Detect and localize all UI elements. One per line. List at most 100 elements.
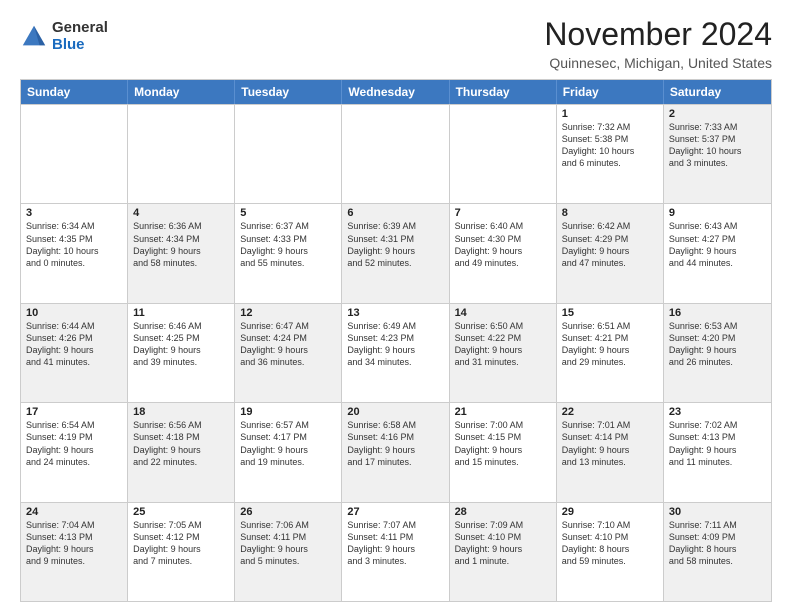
day-content: Sunrise: 7:11 AM Sunset: 4:09 PM Dayligh… <box>669 519 766 568</box>
day-content: Sunrise: 6:39 AM Sunset: 4:31 PM Dayligh… <box>347 220 443 269</box>
page: General Blue November 2024 Quinnesec, Mi… <box>0 0 792 612</box>
calendar-cell: 7Sunrise: 6:40 AM Sunset: 4:30 PM Daylig… <box>450 204 557 302</box>
day-number: 3 <box>26 207 122 219</box>
day-number: 11 <box>133 307 229 319</box>
calendar-cell: 8Sunrise: 6:42 AM Sunset: 4:29 PM Daylig… <box>557 204 664 302</box>
day-number: 24 <box>26 506 122 518</box>
header-day-sunday: Sunday <box>21 80 128 104</box>
day-content: Sunrise: 6:54 AM Sunset: 4:19 PM Dayligh… <box>26 419 122 468</box>
month-title: November 2024 <box>544 16 772 53</box>
logo: General Blue <box>20 20 108 53</box>
calendar-header: SundayMondayTuesdayWednesdayThursdayFrid… <box>21 80 771 104</box>
calendar-cell: 18Sunrise: 6:56 AM Sunset: 4:18 PM Dayli… <box>128 403 235 501</box>
day-number: 26 <box>240 506 336 518</box>
calendar-cell: 13Sunrise: 6:49 AM Sunset: 4:23 PM Dayli… <box>342 304 449 402</box>
day-content: Sunrise: 6:47 AM Sunset: 4:24 PM Dayligh… <box>240 320 336 369</box>
calendar-cell: 12Sunrise: 6:47 AM Sunset: 4:24 PM Dayli… <box>235 304 342 402</box>
calendar-cell: 2Sunrise: 7:33 AM Sunset: 5:37 PM Daylig… <box>664 105 771 203</box>
calendar-cell: 4Sunrise: 6:36 AM Sunset: 4:34 PM Daylig… <box>128 204 235 302</box>
calendar-cell <box>450 105 557 203</box>
day-content: Sunrise: 7:06 AM Sunset: 4:11 PM Dayligh… <box>240 519 336 568</box>
day-content: Sunrise: 6:34 AM Sunset: 4:35 PM Dayligh… <box>26 220 122 269</box>
day-number: 20 <box>347 406 443 418</box>
calendar-cell: 26Sunrise: 7:06 AM Sunset: 4:11 PM Dayli… <box>235 503 342 601</box>
calendar-cell: 25Sunrise: 7:05 AM Sunset: 4:12 PM Dayli… <box>128 503 235 601</box>
day-content: Sunrise: 7:32 AM Sunset: 5:38 PM Dayligh… <box>562 121 658 170</box>
calendar-cell: 11Sunrise: 6:46 AM Sunset: 4:25 PM Dayli… <box>128 304 235 402</box>
day-number: 30 <box>669 506 766 518</box>
day-number: 5 <box>240 207 336 219</box>
day-number: 27 <box>347 506 443 518</box>
calendar-cell: 1Sunrise: 7:32 AM Sunset: 5:38 PM Daylig… <box>557 105 664 203</box>
header-day-tuesday: Tuesday <box>235 80 342 104</box>
title-block: November 2024 Quinnesec, Michigan, Unite… <box>544 16 772 71</box>
day-number: 25 <box>133 506 229 518</box>
calendar-cell <box>128 105 235 203</box>
header-day-wednesday: Wednesday <box>342 80 449 104</box>
day-content: Sunrise: 6:36 AM Sunset: 4:34 PM Dayligh… <box>133 220 229 269</box>
calendar-cell: 6Sunrise: 6:39 AM Sunset: 4:31 PM Daylig… <box>342 204 449 302</box>
calendar-row-2: 3Sunrise: 6:34 AM Sunset: 4:35 PM Daylig… <box>21 203 771 302</box>
header-day-friday: Friday <box>557 80 664 104</box>
day-content: Sunrise: 6:50 AM Sunset: 4:22 PM Dayligh… <box>455 320 551 369</box>
calendar-cell: 21Sunrise: 7:00 AM Sunset: 4:15 PM Dayli… <box>450 403 557 501</box>
day-number: 2 <box>669 108 766 120</box>
calendar-cell: 27Sunrise: 7:07 AM Sunset: 4:11 PM Dayli… <box>342 503 449 601</box>
calendar-cell: 24Sunrise: 7:04 AM Sunset: 4:13 PM Dayli… <box>21 503 128 601</box>
day-content: Sunrise: 6:44 AM Sunset: 4:26 PM Dayligh… <box>26 320 122 369</box>
day-content: Sunrise: 6:58 AM Sunset: 4:16 PM Dayligh… <box>347 419 443 468</box>
logo-blue: Blue <box>52 37 108 54</box>
day-content: Sunrise: 7:01 AM Sunset: 4:14 PM Dayligh… <box>562 419 658 468</box>
day-number: 6 <box>347 207 443 219</box>
calendar-cell <box>342 105 449 203</box>
day-number: 14 <box>455 307 551 319</box>
day-content: Sunrise: 6:40 AM Sunset: 4:30 PM Dayligh… <box>455 220 551 269</box>
day-number: 13 <box>347 307 443 319</box>
day-number: 28 <box>455 506 551 518</box>
day-content: Sunrise: 7:00 AM Sunset: 4:15 PM Dayligh… <box>455 419 551 468</box>
day-number: 8 <box>562 207 658 219</box>
day-content: Sunrise: 7:09 AM Sunset: 4:10 PM Dayligh… <box>455 519 551 568</box>
day-number: 19 <box>240 406 336 418</box>
calendar-cell: 16Sunrise: 6:53 AM Sunset: 4:20 PM Dayli… <box>664 304 771 402</box>
day-number: 22 <box>562 406 658 418</box>
day-number: 12 <box>240 307 336 319</box>
calendar-cell: 14Sunrise: 6:50 AM Sunset: 4:22 PM Dayli… <box>450 304 557 402</box>
day-content: Sunrise: 6:57 AM Sunset: 4:17 PM Dayligh… <box>240 419 336 468</box>
logo-general: General <box>52 20 108 37</box>
calendar-row-4: 17Sunrise: 6:54 AM Sunset: 4:19 PM Dayli… <box>21 402 771 501</box>
day-content: Sunrise: 6:56 AM Sunset: 4:18 PM Dayligh… <box>133 419 229 468</box>
day-number: 23 <box>669 406 766 418</box>
calendar-cell: 15Sunrise: 6:51 AM Sunset: 4:21 PM Dayli… <box>557 304 664 402</box>
day-number: 18 <box>133 406 229 418</box>
calendar-cell: 28Sunrise: 7:09 AM Sunset: 4:10 PM Dayli… <box>450 503 557 601</box>
day-content: Sunrise: 7:04 AM Sunset: 4:13 PM Dayligh… <box>26 519 122 568</box>
calendar-cell: 30Sunrise: 7:11 AM Sunset: 4:09 PM Dayli… <box>664 503 771 601</box>
day-content: Sunrise: 6:46 AM Sunset: 4:25 PM Dayligh… <box>133 320 229 369</box>
header: General Blue November 2024 Quinnesec, Mi… <box>20 16 772 71</box>
day-number: 9 <box>669 207 766 219</box>
calendar-cell: 9Sunrise: 6:43 AM Sunset: 4:27 PM Daylig… <box>664 204 771 302</box>
calendar-row-3: 10Sunrise: 6:44 AM Sunset: 4:26 PM Dayli… <box>21 303 771 402</box>
day-content: Sunrise: 6:37 AM Sunset: 4:33 PM Dayligh… <box>240 220 336 269</box>
day-content: Sunrise: 6:42 AM Sunset: 4:29 PM Dayligh… <box>562 220 658 269</box>
calendar: SundayMondayTuesdayWednesdayThursdayFrid… <box>20 79 772 602</box>
calendar-cell: 17Sunrise: 6:54 AM Sunset: 4:19 PM Dayli… <box>21 403 128 501</box>
day-number: 1 <box>562 108 658 120</box>
day-number: 17 <box>26 406 122 418</box>
location: Quinnesec, Michigan, United States <box>544 55 772 71</box>
logo-text: General Blue <box>52 20 108 53</box>
day-content: Sunrise: 7:02 AM Sunset: 4:13 PM Dayligh… <box>669 419 766 468</box>
calendar-cell: 29Sunrise: 7:10 AM Sunset: 4:10 PM Dayli… <box>557 503 664 601</box>
day-number: 7 <box>455 207 551 219</box>
calendar-cell: 23Sunrise: 7:02 AM Sunset: 4:13 PM Dayli… <box>664 403 771 501</box>
calendar-cell: 10Sunrise: 6:44 AM Sunset: 4:26 PM Dayli… <box>21 304 128 402</box>
day-content: Sunrise: 7:05 AM Sunset: 4:12 PM Dayligh… <box>133 519 229 568</box>
calendar-cell: 5Sunrise: 6:37 AM Sunset: 4:33 PM Daylig… <box>235 204 342 302</box>
calendar-cell <box>235 105 342 203</box>
day-number: 29 <box>562 506 658 518</box>
header-day-thursday: Thursday <box>450 80 557 104</box>
day-content: Sunrise: 7:10 AM Sunset: 4:10 PM Dayligh… <box>562 519 658 568</box>
header-day-monday: Monday <box>128 80 235 104</box>
logo-icon <box>20 23 48 51</box>
